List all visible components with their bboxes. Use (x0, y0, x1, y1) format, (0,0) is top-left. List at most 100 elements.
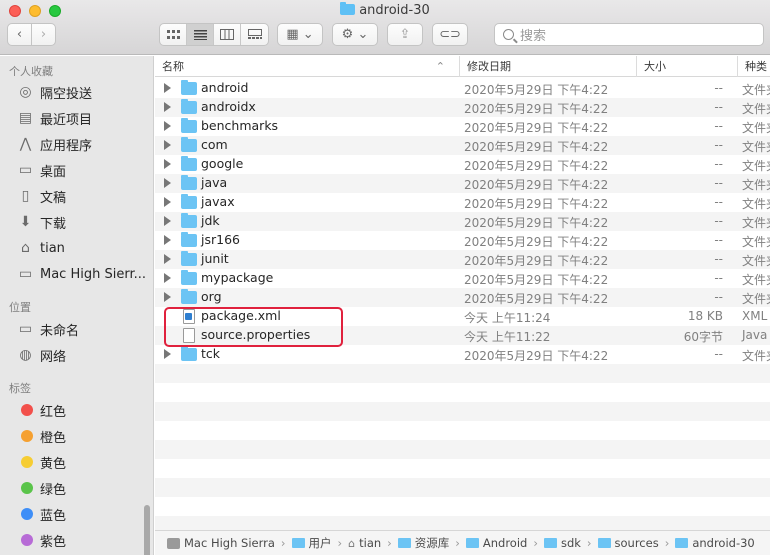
disclosure-triangle-icon[interactable] (164, 292, 171, 302)
column-size[interactable]: 大小 (636, 56, 736, 77)
home-icon: ⌂ (348, 536, 356, 550)
file-kind: 文件夹 (742, 197, 770, 211)
list-view-button[interactable] (187, 24, 214, 45)
search-field[interactable]: 搜索 (494, 23, 764, 46)
list-view-icon (193, 29, 207, 40)
disclosure-triangle-icon[interactable] (164, 140, 171, 150)
sidebar-item-favorite[interactable]: ▤ 最近项目 (17, 108, 92, 128)
sidebar-item-favorite[interactable]: ▭ Mac High Sierr... (17, 264, 146, 284)
file-row[interactable]: javax 2020年5月29日 下午4:22 -- 文件夹 (155, 193, 770, 212)
path-item[interactable]: 用户 (291, 535, 332, 551)
file-row[interactable]: benchmarks 2020年5月29日 下午4:22 -- 文件夹 (155, 117, 770, 136)
sidebar-item-label: Mac High Sierr... (40, 266, 146, 282)
file-name: org (201, 289, 222, 304)
disclosure-triangle-icon[interactable] (164, 273, 171, 283)
folder-icon (465, 538, 479, 548)
file-size: -- (714, 157, 723, 171)
column-view-button[interactable] (214, 24, 241, 45)
sidebar-item-tag[interactable]: 橙色 (21, 426, 66, 446)
sidebar-item-favorite[interactable]: ▯ 文稿 (17, 186, 66, 206)
file-kind: 文件夹 (742, 254, 770, 268)
icon-view-button[interactable] (160, 24, 187, 45)
folder-icon (181, 346, 197, 361)
action-button[interactable]: ⚙ ⌄ (332, 23, 378, 46)
share-button[interactable]: ⇪ (387, 23, 423, 46)
path-bar: Mac High Sierra › 用户 › ⌂ tian › 资源库 › Android › sdk… (155, 530, 770, 555)
file-size: -- (714, 214, 723, 228)
sidebar-item-favorite[interactable]: ▭ 桌面 (17, 160, 66, 180)
disclosure-triangle-icon[interactable] (164, 83, 171, 93)
path-item-label: tian (359, 536, 382, 550)
file-row[interactable]: junit 2020年5月29日 下午4:22 -- 文件夹 (155, 250, 770, 269)
file-date-modified: 2020年5月29日 下午4:22 (464, 235, 609, 249)
sidebar-item-tag[interactable]: 红色 (21, 400, 66, 420)
gear-icon: ⚙ ⌄ (341, 27, 369, 42)
sidebar-item-location[interactable]: ▭ 未命名 (17, 319, 79, 339)
chevron-right-icon: › (40, 27, 47, 42)
path-item[interactable]: ⌂ tian (348, 536, 381, 550)
disclosure-triangle-icon[interactable] (164, 216, 171, 226)
file-name: junit (201, 251, 229, 266)
disclosure-triangle-icon[interactable] (164, 159, 171, 169)
file-name: javax (201, 194, 235, 209)
sidebar-item-tag[interactable]: 黄色 (21, 452, 66, 472)
disclosure-triangle-icon[interactable] (164, 349, 171, 359)
path-item[interactable]: Android (465, 536, 527, 550)
file-kind: 文件夹 (742, 159, 770, 173)
file-size: 60字节 (683, 330, 723, 344)
tag-icon: ⊂⊃ (439, 27, 461, 42)
file-row[interactable]: org 2020年5月29日 下午4:22 -- 文件夹 (155, 288, 770, 307)
sidebar-item-location[interactable]: ◍ 网络 (17, 345, 66, 365)
file-row[interactable]: mypackage 2020年5月29日 下午4:22 -- 文件夹 (155, 269, 770, 288)
file-row[interactable]: jsr166 2020年5月29日 下午4:22 -- 文件夹 (155, 231, 770, 250)
window-title: android-30 (0, 2, 770, 18)
sidebar-item-favorite[interactable]: ⬇ 下载 (17, 212, 66, 232)
sidebar-item-favorite[interactable]: ⌂ tian (17, 238, 65, 258)
path-item[interactable]: sources (597, 536, 659, 550)
column-date-modified[interactable]: 修改日期 (459, 56, 635, 77)
file-row[interactable]: tck 2020年5月29日 下午4:22 -- 文件夹 (155, 345, 770, 364)
sidebar-item-label: 红色 (40, 404, 67, 420)
column-kind[interactable]: 种类 (737, 56, 770, 77)
sidebar-item-tag[interactable]: 紫色 (21, 530, 66, 550)
network-icon: ◍ (19, 347, 32, 363)
column-name[interactable]: 名称 ⌃ (155, 56, 455, 77)
disclosure-triangle-icon[interactable] (164, 254, 171, 264)
file-row[interactable]: android 2020年5月29日 下午4:22 -- 文件夹 (155, 79, 770, 98)
file-date-modified: 2020年5月29日 下午4:22 (464, 197, 609, 211)
search-icon (503, 29, 514, 40)
disclosure-triangle-icon[interactable] (164, 102, 171, 112)
sidebar-item-favorite[interactable]: ⋀ 应用程序 (17, 134, 92, 154)
file-kind: 文件夹 (742, 140, 770, 154)
disclosure-triangle-icon[interactable] (164, 197, 171, 207)
file-name: androidx (201, 99, 256, 114)
group-by-button[interactable]: ▦ ⌄ (277, 23, 323, 46)
file-row[interactable]: androidx 2020年5月29日 下午4:22 -- 文件夹 (155, 98, 770, 117)
disclosure-triangle-icon[interactable] (164, 235, 171, 245)
path-item[interactable]: 资源库 (397, 535, 449, 551)
file-kind: 文件夹 (742, 273, 770, 287)
file-date-modified: 2020年5月29日 下午4:22 (464, 102, 609, 116)
file-row[interactable]: jdk 2020年5月29日 下午4:22 -- 文件夹 (155, 212, 770, 231)
file-row[interactable]: java 2020年5月29日 下午4:22 -- 文件夹 (155, 174, 770, 193)
path-item[interactable]: sdk (543, 536, 581, 550)
file-row[interactable]: com 2020年5月29日 下午4:22 -- 文件夹 (155, 136, 770, 155)
disclosure-triangle-icon[interactable] (164, 121, 171, 131)
back-button[interactable]: ‹ (7, 23, 32, 46)
path-item[interactable]: android-30 (675, 536, 755, 550)
tag-color-dot-icon (21, 482, 33, 494)
sidebar-item-tag[interactable]: 绿色 (21, 478, 66, 498)
sidebar-item-favorite[interactable]: ◎ 隔空投送 (17, 82, 92, 102)
sidebar-scrollbar[interactable] (144, 505, 150, 555)
locations-header: 位置 (9, 301, 31, 314)
gallery-view-button[interactable] (241, 24, 268, 45)
sidebar-item-tag[interactable]: 蓝色 (21, 504, 66, 524)
tag-button[interactable]: ⊂⊃ (432, 23, 468, 46)
file-row[interactable]: google 2020年5月29日 下午4:22 -- 文件夹 (155, 155, 770, 174)
path-item[interactable]: Mac High Sierra (167, 536, 275, 550)
folder-icon (181, 251, 197, 266)
airdrop-icon: ◎ (19, 84, 32, 100)
disclosure-triangle-icon[interactable] (164, 178, 171, 188)
forward-button[interactable]: › (31, 23, 56, 46)
file-size: -- (714, 271, 723, 285)
